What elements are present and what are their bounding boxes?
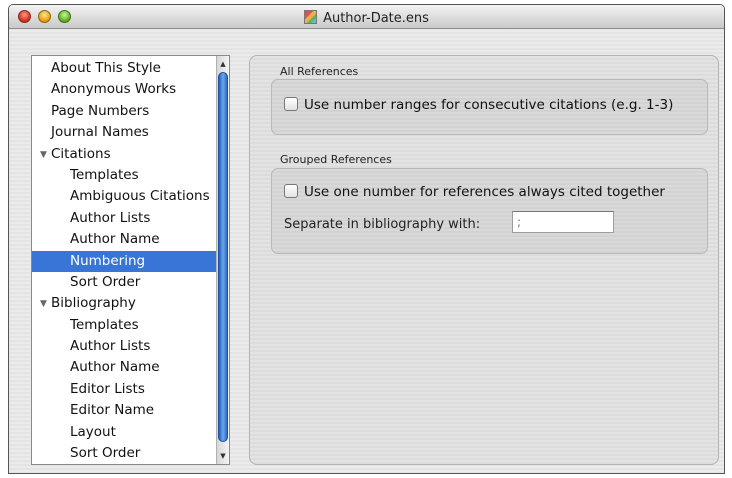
sidebar-item-label: Templates [70, 166, 139, 183]
one-number-label: Use one number for references always cit… [304, 184, 665, 200]
sidebar-item[interactable]: Author Name [32, 229, 218, 250]
sidebar-group[interactable]: ▼ Bibliography [32, 293, 218, 314]
sidebar-item-label: Page Numbers [51, 102, 150, 119]
separator-label: Separate in bibliography with: [284, 217, 481, 232]
sidebar-item-label: Layout [70, 423, 116, 440]
sidebar-item-label: Numbering [70, 252, 146, 269]
sidebar-item-label: Citations [51, 145, 111, 162]
sidebar-item-label: Author Name [70, 359, 160, 376]
sidebar-item[interactable]: Templates [32, 165, 218, 186]
sidebar-item-label: Editor Lists [70, 380, 145, 397]
sidebar-item-label: Sort Order [70, 273, 141, 290]
disclosure-triangle-icon[interactable]: ▼ [40, 145, 51, 165]
settings-pane: All References Use number ranges for con… [249, 55, 719, 465]
all-references-heading: All References [280, 65, 359, 78]
sidebar-item-label: Templates [70, 316, 139, 333]
one-number-option[interactable]: Use one number for references always cit… [284, 184, 665, 200]
sidebar-item-label: Editor Name [70, 402, 155, 419]
sidebar-item-label: Journal Names [51, 124, 149, 141]
number-ranges-label: Use number ranges for consecutive citati… [304, 97, 674, 113]
scroll-up-arrow-icon[interactable]: ▲ [217, 58, 229, 70]
scroll-thumb[interactable] [218, 72, 228, 442]
sidebar-item-label: Ambiguous Citations [70, 188, 210, 205]
scroll-down-arrow-icon[interactable]: ▼ [217, 450, 229, 462]
sidebar-item-label: Author Name [70, 231, 160, 248]
sidebar-item[interactable]: Editor Lists [32, 379, 218, 400]
sidebar-item-label: Sort Order [70, 445, 141, 462]
sections-list: About This Style Anonymous Works Page Numb… [32, 58, 218, 464]
sidebar-item[interactable]: Sort Order [32, 443, 218, 464]
sidebar-item[interactable]: Author Lists [32, 336, 218, 357]
sidebar-item-label: Bibliography [51, 295, 136, 312]
sidebar-item[interactable]: Author Name [32, 357, 218, 378]
sidebar-item-label: About This Style [51, 60, 161, 76]
sidebar-item[interactable]: Anonymous Works [32, 79, 218, 100]
sidebar-group[interactable]: ▼ Citations [32, 144, 218, 165]
style-sections-list[interactable]: About This Style Anonymous Works Page Numb… [31, 55, 230, 465]
sidebar-item[interactable]: Layout [32, 422, 218, 443]
window-content: About This Style Anonymous Works Page Numb… [9, 30, 724, 473]
grouped-references-heading: Grouped References [280, 153, 392, 166]
sidebar-item[interactable]: Journal Names [32, 122, 218, 143]
number-ranges-option[interactable]: Use number ranges for consecutive citati… [284, 97, 673, 113]
document-icon [304, 10, 318, 24]
sidebar-item[interactable]: Editor Name [32, 400, 218, 421]
app-window: Author-Date.ens About This Style Anonymou… [8, 4, 725, 474]
grouped-references-group: Use one number for references always cit… [271, 168, 708, 254]
sidebar-item[interactable]: Numbering [32, 250, 218, 272]
number-ranges-checkbox[interactable] [284, 97, 298, 111]
sidebar-item-label: Anonymous Works [51, 81, 177, 98]
window-title: Author-Date.ens [9, 10, 724, 26]
sidebar-item-label: Author Lists [70, 209, 151, 226]
all-references-group: Use number ranges for consecutive citati… [271, 79, 708, 135]
one-number-checkbox[interactable] [284, 184, 298, 198]
sidebar-item[interactable]: Templates [32, 315, 218, 336]
sidebar-item-label: Author Lists [70, 338, 151, 355]
sidebar-item[interactable]: Sort Order [32, 272, 218, 293]
separator-field[interactable]: ; [512, 211, 614, 233]
sidebar-item[interactable]: Ambiguous Citations [32, 186, 218, 207]
disclosure-triangle-icon[interactable]: ▼ [40, 294, 51, 314]
sidebar-item[interactable]: Author Lists [32, 208, 218, 229]
sidebar-scrollbar[interactable]: ▲ ▼ [216, 56, 229, 464]
sidebar-item[interactable]: Page Numbers [32, 101, 218, 122]
window-title-text: Author-Date.ens [323, 11, 429, 26]
title-bar: Author-Date.ens [9, 5, 724, 29]
sidebar-item[interactable]: About This Style [32, 58, 218, 79]
